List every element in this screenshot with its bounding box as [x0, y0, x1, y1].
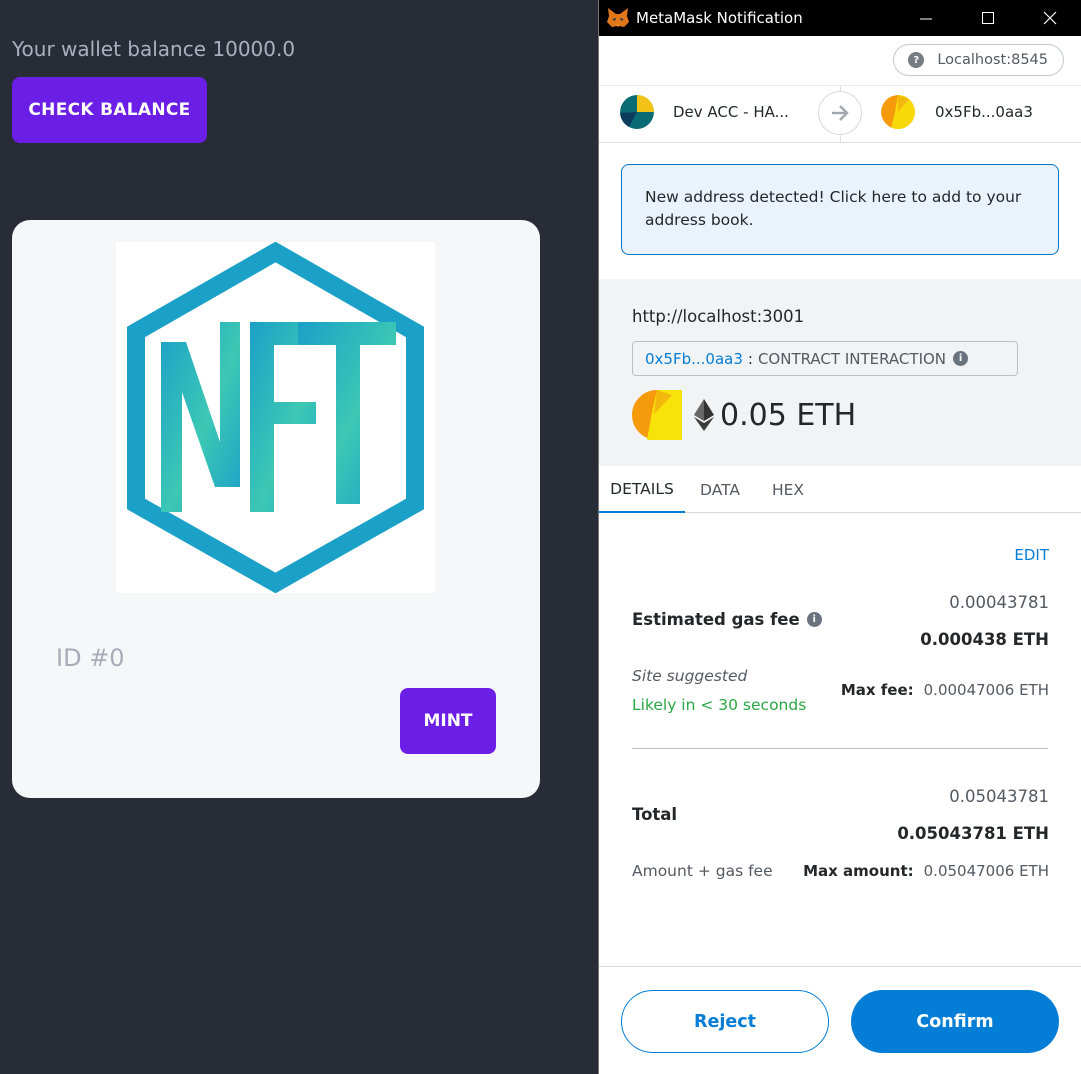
max-amount-label: Max amount: — [803, 862, 914, 880]
maximize-icon — [982, 12, 994, 24]
gas-fee-value: 0.00043781 — [949, 593, 1049, 612]
total-eth: 0.05043781 ETH — [897, 824, 1049, 843]
section-divider — [632, 748, 1048, 749]
network-row: ? Localhost:8545 — [599, 36, 1081, 86]
network-name: Localhost:8545 — [937, 52, 1048, 68]
window-titlebar: MetaMask Notification — [599, 0, 1081, 36]
minimize-button[interactable] — [895, 0, 957, 36]
from-account-avatar-icon — [620, 95, 654, 129]
close-icon — [1043, 11, 1057, 25]
total-label: Total — [632, 805, 678, 824]
transaction-summary: http://localhost:3001 0x5Fb...0aa3 : CON… — [599, 279, 1081, 466]
check-balance-button[interactable]: CHECK BALANCE — [12, 77, 207, 143]
ethereum-icon — [694, 399, 714, 431]
method-separator: : — [747, 349, 753, 368]
nft-id-label: ID #0 — [56, 644, 125, 672]
tab-hex[interactable]: HEX — [755, 466, 821, 513]
metamask-fox-icon — [607, 8, 629, 27]
action-footer: Reject Confirm — [599, 966, 1081, 1074]
metamask-window: MetaMask Notification ? Localhost:8545 D… — [598, 0, 1081, 1074]
arrow-circle — [818, 91, 862, 135]
recipient-avatar-icon — [632, 390, 682, 440]
gas-fee-label-row: Estimated gas fee i — [632, 610, 822, 629]
network-selector[interactable]: ? Localhost:8545 — [893, 44, 1064, 76]
maximize-button[interactable] — [957, 0, 1019, 36]
max-fee-value: 0.00047006 ETH — [923, 681, 1049, 699]
gas-fee-eth: 0.000438 ETH — [920, 630, 1049, 649]
origin-url: http://localhost:3001 — [632, 307, 805, 326]
nft-logo-image — [116, 241, 435, 594]
mint-button[interactable]: MINT — [400, 688, 496, 754]
from-account[interactable]: Dev ACC - HA... — [620, 95, 789, 129]
value-row: 0.05 ETH — [632, 390, 856, 440]
amount-gas-label: Amount + gas fee — [632, 862, 773, 880]
to-account-avatar-icon — [881, 95, 915, 129]
confirm-button[interactable]: Confirm — [851, 990, 1059, 1053]
account-row: Dev ACC - HA... 0x5Fb...0aa3 — [599, 86, 1081, 143]
tab-details[interactable]: DETAILS — [599, 466, 685, 513]
wallet-balance-text: Your wallet balance 10000.0 — [12, 37, 296, 61]
likely-time-label: Likely in < 30 seconds — [632, 696, 807, 714]
minimize-icon — [920, 18, 932, 20]
total-value: 0.05043781 — [949, 787, 1049, 806]
info-icon[interactable]: i — [953, 351, 969, 366]
site-suggested-label: Site suggested — [632, 667, 748, 685]
gas-fee-label: Estimated gas fee — [632, 610, 800, 629]
nft-card: ID #0 MINT — [12, 220, 540, 798]
nft-logo-icon — [127, 241, 424, 594]
max-amount-value: 0.05047006 ETH — [923, 862, 1049, 880]
arrow-right-icon — [832, 105, 849, 121]
edit-gas-link[interactable]: EDIT — [1014, 546, 1049, 564]
method-badge: 0x5Fb...0aa3 : CONTRACT INTERACTION i — [632, 341, 1018, 376]
contract-address-link[interactable]: 0x5Fb...0aa3 — [645, 350, 743, 368]
close-button[interactable] — [1019, 0, 1081, 36]
max-amount-row: Max amount: 0.05047006 ETH — [803, 862, 1049, 880]
to-account-address: 0x5Fb...0aa3 — [935, 103, 1033, 121]
window-title: MetaMask Notification — [636, 9, 803, 27]
detail-tabs: DETAILS DATA HEX — [599, 466, 1081, 513]
from-account-name: Dev ACC - HA... — [673, 103, 789, 121]
question-icon: ? — [908, 52, 925, 68]
to-account[interactable]: 0x5Fb...0aa3 — [881, 95, 1033, 129]
new-address-alert[interactable]: New address detected! Click here to add … — [621, 164, 1059, 255]
max-fee-row: Max fee: 0.00047006 ETH — [841, 681, 1049, 699]
method-label: CONTRACT INTERACTION — [757, 349, 947, 368]
tab-data[interactable]: DATA — [685, 466, 755, 513]
gas-info-icon[interactable]: i — [806, 612, 822, 627]
transaction-value: 0.05 ETH — [720, 397, 857, 433]
reject-button[interactable]: Reject — [621, 990, 829, 1053]
max-fee-label: Max fee: — [840, 681, 914, 699]
